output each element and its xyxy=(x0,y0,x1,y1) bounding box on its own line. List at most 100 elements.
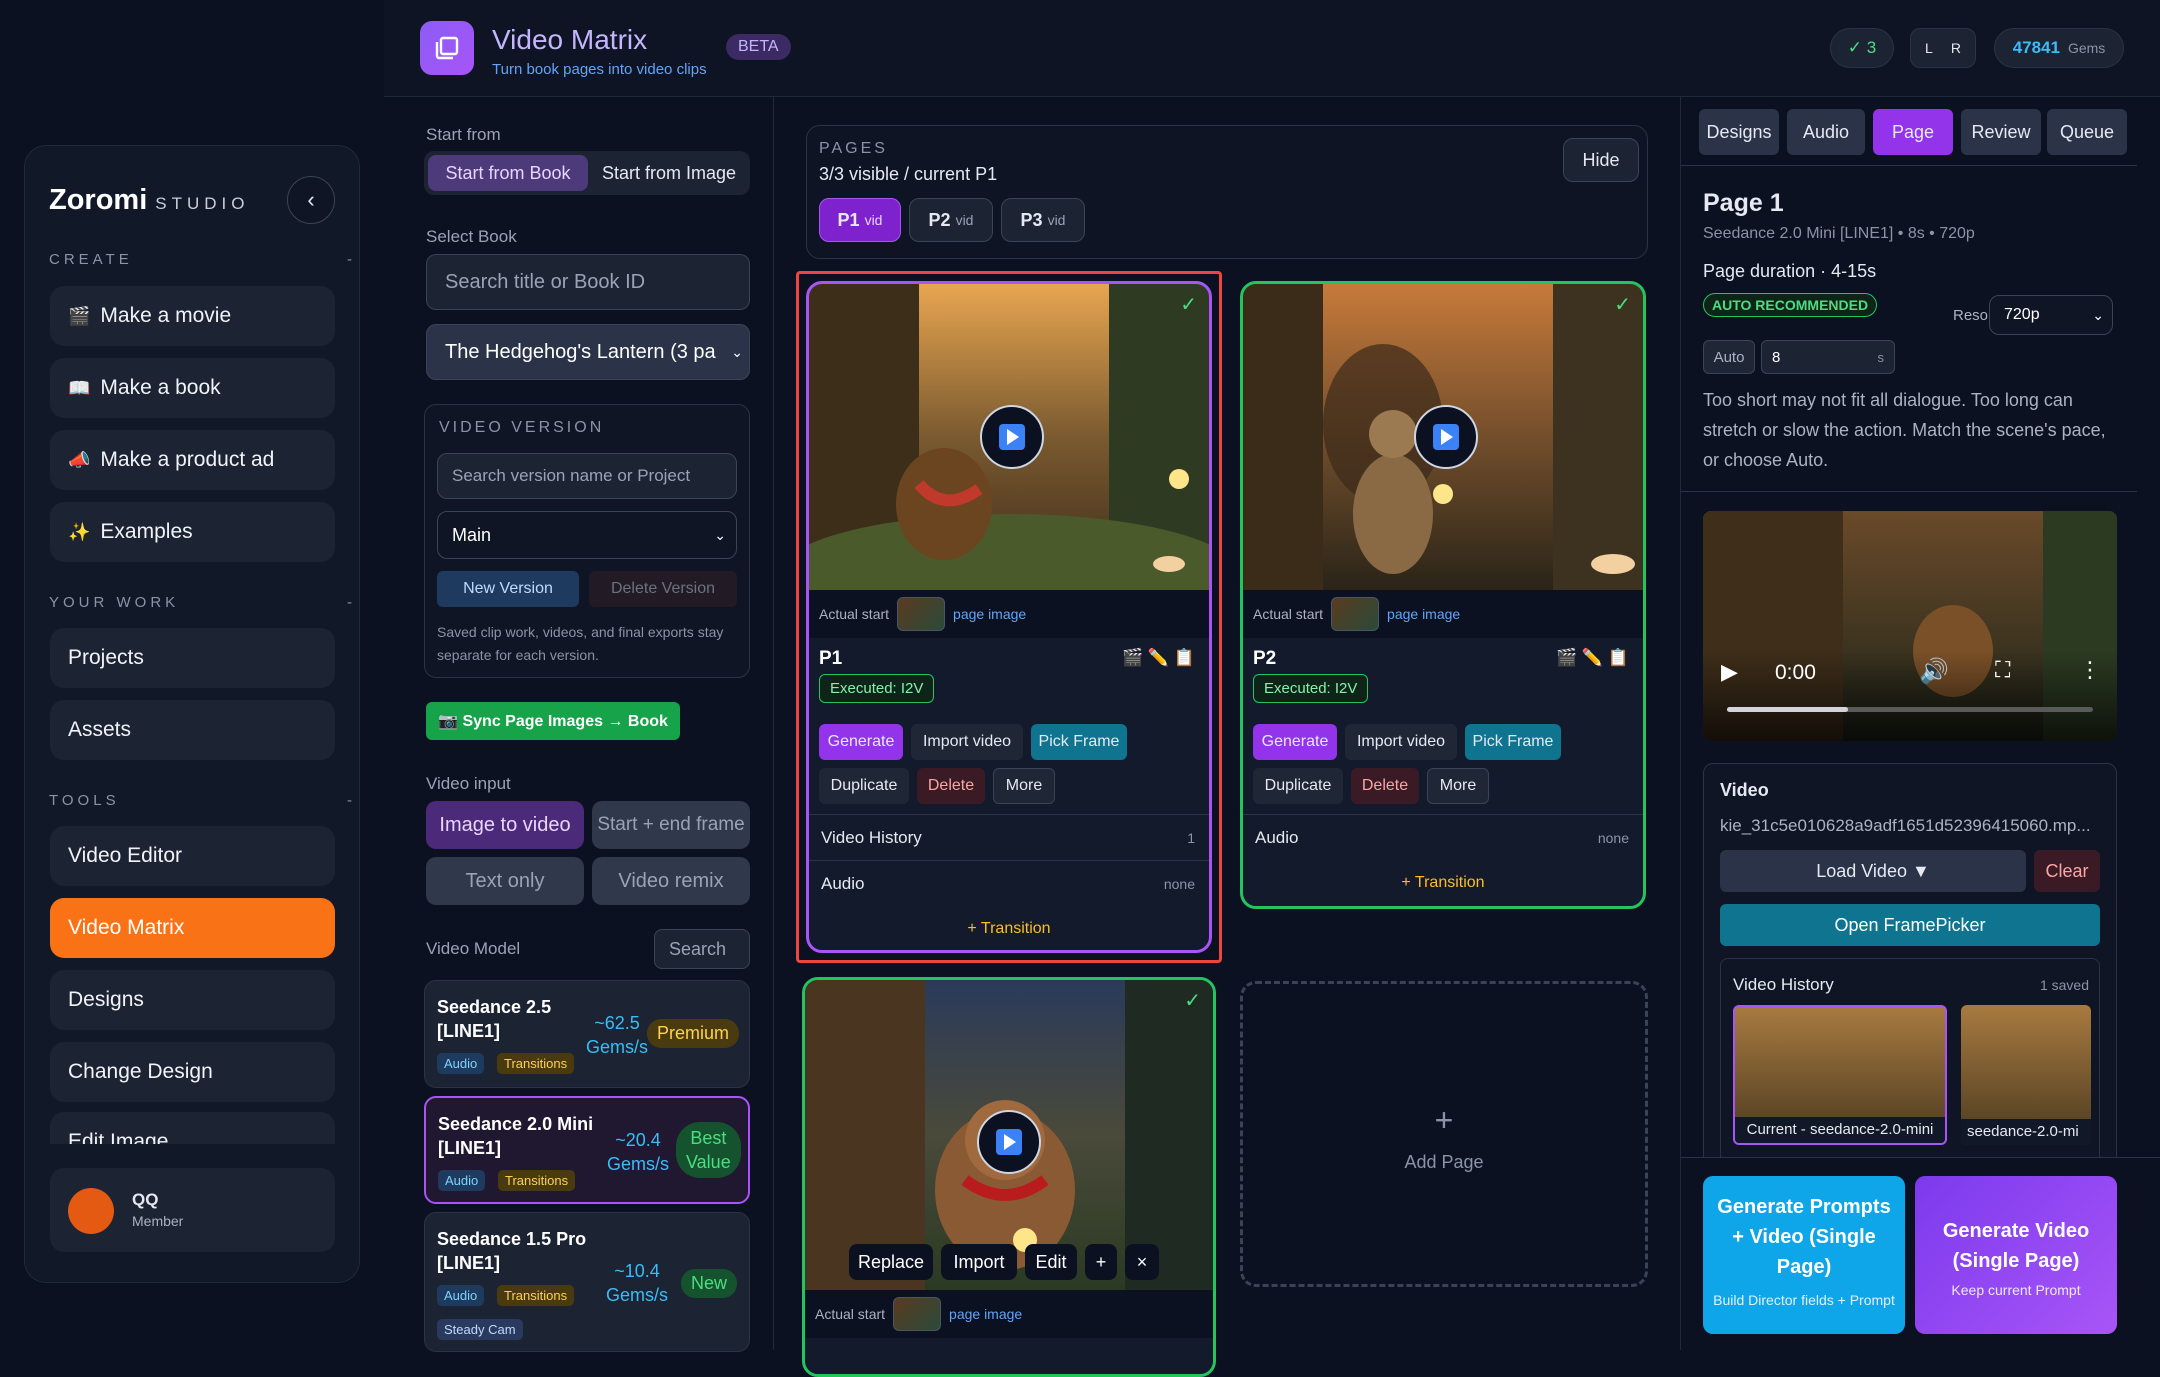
add-transition-button[interactable]: + Transition xyxy=(809,920,1209,938)
pencil-icon[interactable]: ✏️ xyxy=(1148,648,1169,667)
generate-video-button[interactable]: Generate Video (Single Page) Keep curren… xyxy=(1915,1176,2117,1334)
nav-designs[interactable]: Designs xyxy=(50,970,335,1030)
play-icon[interactable] xyxy=(977,1110,1041,1174)
pick-frame-button[interactable]: Pick Frame xyxy=(1465,724,1561,760)
page-tab-p1[interactable]: P1 vid xyxy=(819,198,901,242)
tab-audio[interactable]: Audio xyxy=(1787,109,1865,155)
more-options-icon[interactable]: ⋮ xyxy=(2079,657,2101,683)
open-framepicker-button[interactable]: Open FramePicker xyxy=(1720,904,2100,946)
page-tab-p2[interactable]: P2 vid xyxy=(909,198,993,242)
import-button[interactable]: Import xyxy=(941,1244,1017,1280)
hide-button[interactable]: Hide xyxy=(1563,138,1639,182)
progress-track[interactable] xyxy=(1727,707,2093,712)
page-card-p1[interactable]: ✓ Actual start page image P1 🎬 ✏️ 📋 Execu… xyxy=(806,281,1212,953)
input-start-end-frame[interactable]: Start + end frame xyxy=(592,801,750,849)
model-card-seedance-1-5-pro[interactable]: Seedance 1.5 Pro [LINE1] Audio Transition… xyxy=(424,1212,750,1352)
generate-button[interactable]: Generate xyxy=(1253,724,1337,760)
play-icon[interactable] xyxy=(980,405,1044,469)
model-search-input[interactable]: Search xyxy=(654,929,750,969)
more-button[interactable]: More xyxy=(1427,768,1489,804)
book-search-input[interactable]: Search title or Book ID xyxy=(426,254,750,310)
book-select[interactable]: The Hedgehog's Lantern (3 pa ⌄ xyxy=(426,324,750,380)
history-item-current[interactable]: Current - seedance-2.0-mini xyxy=(1733,1005,1947,1145)
tab-page[interactable]: Page xyxy=(1873,109,1953,155)
resolution-select[interactable]: 720p ⌄ xyxy=(1989,295,2113,335)
start-thumbnail[interactable] xyxy=(893,1297,942,1331)
nav-edit-image[interactable]: Edit Image xyxy=(50,1112,335,1144)
nav-make-movie[interactable]: 🎬 Make a movie xyxy=(50,286,335,346)
tab-designs[interactable]: Designs xyxy=(1699,109,1779,155)
generate-prompts-video-button[interactable]: Generate Prompts + Video (Single Page) B… xyxy=(1703,1176,1905,1334)
gems-counter[interactable]: 47841 Gems xyxy=(1994,28,2124,68)
page-image-link[interactable]: page image xyxy=(1387,606,1460,622)
load-video-button[interactable]: Load Video ▼ xyxy=(1720,850,2026,892)
clapper-icon[interactable]: 🎬 xyxy=(1122,648,1143,667)
replace-button[interactable]: Replace xyxy=(849,1244,933,1280)
page-tab-p3[interactable]: P3 vid xyxy=(1001,198,1085,242)
nav-assets[interactable]: Assets xyxy=(50,700,335,760)
nav-video-editor[interactable]: Video Editor xyxy=(50,826,335,886)
version-search-input[interactable]: Search version name or Project xyxy=(437,453,737,499)
lr-toggle[interactable]: LR xyxy=(1910,28,1976,68)
model-card-seedance-2-5[interactable]: Seedance 2.5 [LINE1] Audio Transitions ~6… xyxy=(424,980,750,1088)
video-player[interactable]: ▶ 0:00 🔊 ⛶ ⋮ xyxy=(1703,511,2117,741)
import-video-button[interactable]: Import video xyxy=(911,724,1023,760)
duplicate-button[interactable]: Duplicate xyxy=(1253,768,1343,804)
nav-examples[interactable]: ✨ Examples xyxy=(50,502,335,562)
audio-row[interactable]: Audio none xyxy=(1243,814,1643,860)
collapse-sidebar-button[interactable]: ‹ xyxy=(287,176,335,224)
start-thumbnail[interactable] xyxy=(897,597,946,631)
user-card[interactable]: QQ Member xyxy=(50,1168,335,1252)
start-from-image-button[interactable]: Start from Image xyxy=(592,155,746,191)
add-transition-button[interactable]: + Transition xyxy=(1243,874,1643,892)
nav-change-design[interactable]: Change Design xyxy=(50,1042,335,1102)
l-label[interactable]: L xyxy=(1925,40,1933,56)
fullscreen-icon[interactable]: ⛶ xyxy=(1995,657,2010,683)
page-image-link[interactable]: page image xyxy=(953,606,1026,622)
clipboard-icon[interactable]: 📋 xyxy=(1174,648,1195,667)
clear-button[interactable]: Clear xyxy=(2034,850,2100,892)
nav-video-matrix[interactable]: Video Matrix xyxy=(50,898,335,958)
import-video-button[interactable]: Import video xyxy=(1345,724,1457,760)
tab-queue[interactable]: Queue xyxy=(2047,109,2127,155)
start-from-book-button[interactable]: Start from Book xyxy=(428,155,588,191)
nav-make-book[interactable]: 📖 Make a book xyxy=(50,358,335,418)
delete-button[interactable]: Delete xyxy=(1351,768,1419,804)
new-version-button[interactable]: New Version xyxy=(437,571,579,607)
clapper-icon[interactable]: 🎬 xyxy=(1556,648,1577,667)
page-card-p2[interactable]: ✓ Actual start page image P2 🎬 ✏️ 📋 Execu… xyxy=(1240,281,1646,909)
sync-page-images-button[interactable]: 📷 Sync Page Images → Book xyxy=(426,702,680,740)
input-video-remix[interactable]: Video remix xyxy=(592,857,750,905)
duration-input[interactable]: 8s xyxy=(1761,340,1895,374)
history-item[interactable]: seedance-2.0-mi xyxy=(1961,1005,2091,1145)
model-card-seedance-2-0-mini[interactable]: Seedance 2.0 Mini [LINE1] Audio Transitio… xyxy=(424,1096,750,1204)
edit-button[interactable]: Edit xyxy=(1025,1244,1077,1280)
input-text-only[interactable]: Text only xyxy=(426,857,584,905)
add-icon[interactable]: + xyxy=(1085,1244,1117,1280)
play-icon[interactable]: ▶ xyxy=(1721,659,1738,685)
tab-review[interactable]: Review xyxy=(1961,109,2041,155)
volume-icon[interactable]: 🔊 xyxy=(1919,657,1949,686)
pick-frame-button[interactable]: Pick Frame xyxy=(1031,724,1127,760)
video-history-row[interactable]: Video History 1 xyxy=(809,814,1209,860)
add-page-tile[interactable]: + Add Page xyxy=(1240,981,1648,1287)
auto-duration-button[interactable]: Auto xyxy=(1703,340,1755,374)
page-image-link[interactable]: page image xyxy=(949,1306,1022,1322)
delete-button[interactable]: Delete xyxy=(917,768,985,804)
generate-button[interactable]: Generate xyxy=(819,724,903,760)
status-chip[interactable]: ✓ 3 xyxy=(1830,28,1894,68)
nav-make-product-ad[interactable]: 📣 Make a product ad xyxy=(50,430,335,490)
more-button[interactable]: More xyxy=(993,768,1055,804)
duplicate-button[interactable]: Duplicate xyxy=(819,768,909,804)
pencil-icon[interactable]: ✏️ xyxy=(1582,648,1603,667)
r-label[interactable]: R xyxy=(1951,40,1961,56)
delete-version-button[interactable]: Delete Version xyxy=(589,571,737,607)
clipboard-icon[interactable]: 📋 xyxy=(1608,648,1629,667)
nav-projects[interactable]: Projects xyxy=(50,628,335,688)
audio-row[interactable]: Audio none xyxy=(809,860,1209,906)
input-image-to-video[interactable]: Image to video xyxy=(426,801,584,849)
close-icon[interactable]: × xyxy=(1125,1244,1159,1280)
start-thumbnail[interactable] xyxy=(1331,597,1380,631)
version-select[interactable]: Main ⌄ xyxy=(437,511,737,559)
page-card-p3[interactable]: ✓ Replace Import Edit + × Actual start pa… xyxy=(802,977,1216,1377)
